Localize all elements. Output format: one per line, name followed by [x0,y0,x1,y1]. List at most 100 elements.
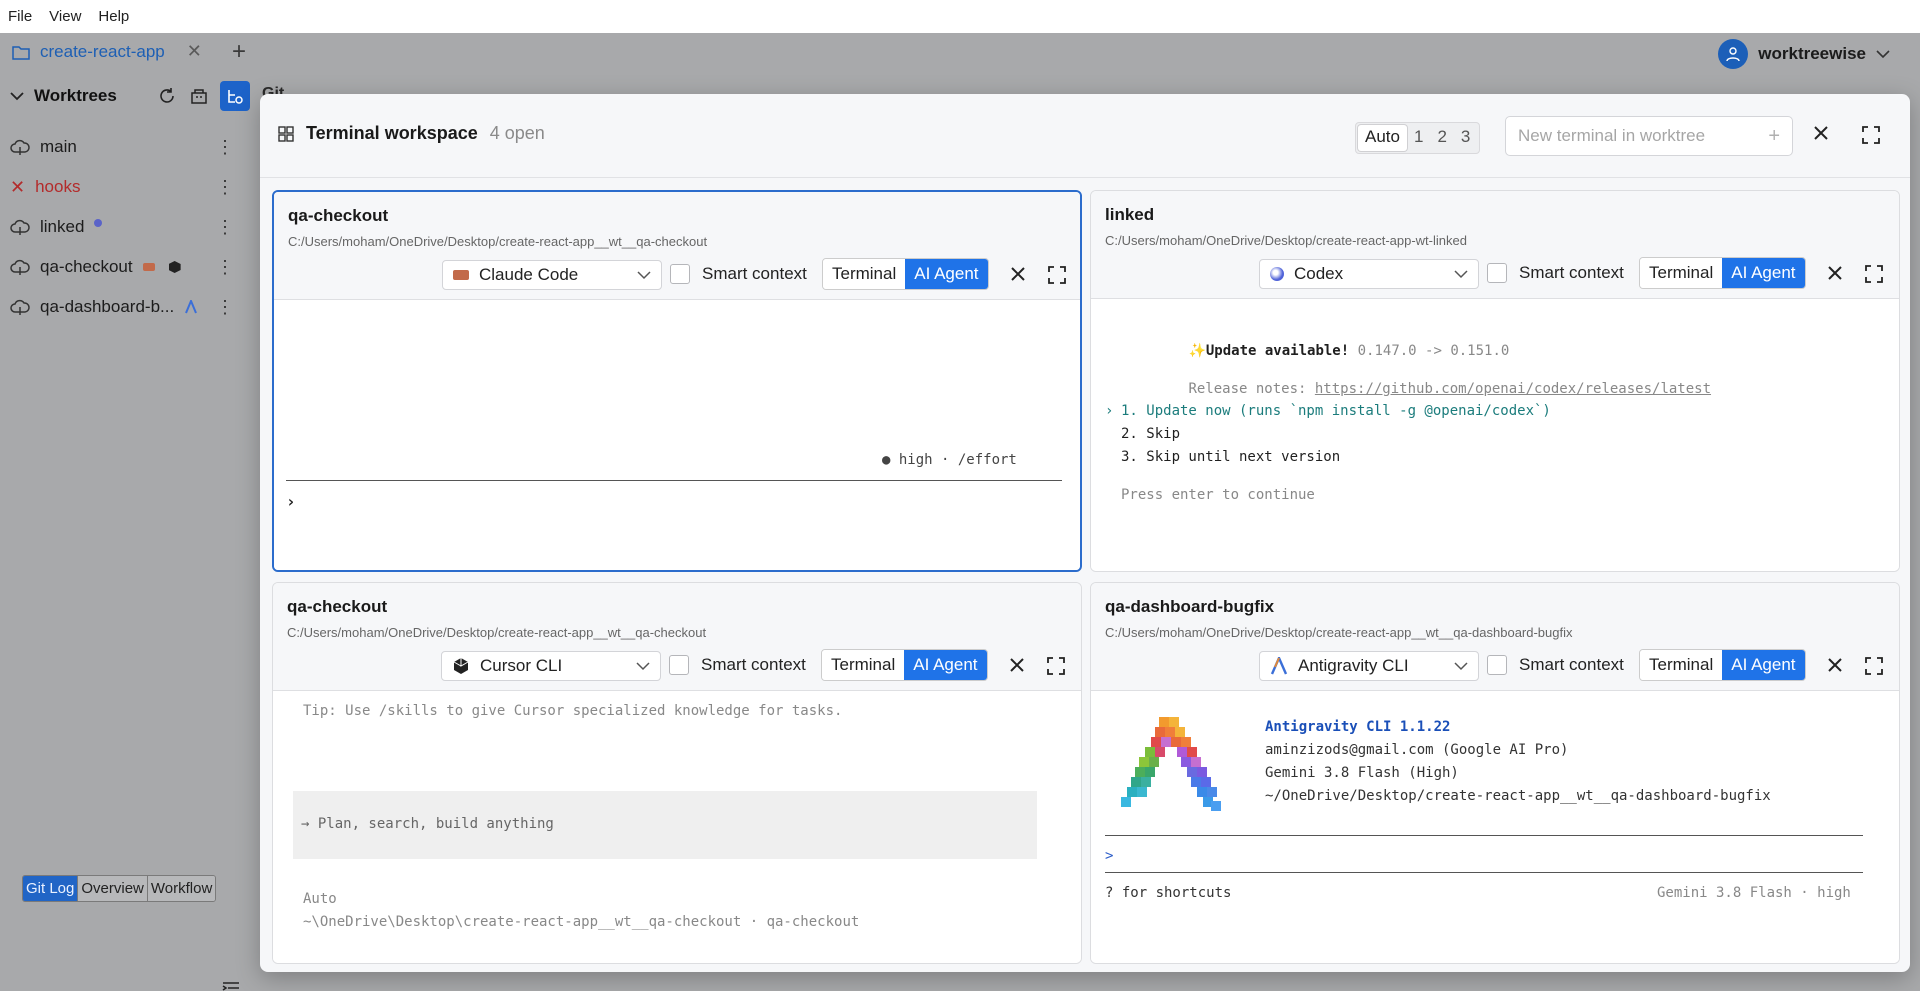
worktree-label: hooks [35,177,81,196]
smart-context-toggle[interactable]: Smart context [669,655,806,675]
option-3[interactable]: 3. Skip until next version [1121,449,1340,465]
chevron-down-icon [1454,662,1468,671]
agent-select[interactable]: Cursor CLI [441,651,661,681]
more-icon[interactable]: ⋮ [216,137,234,158]
smart-context-toggle[interactable]: Smart context [1487,655,1624,675]
user-menu[interactable]: worktreewise [1718,39,1890,69]
worktree-item-hooks[interactable]: ✕ hooks ⋮ [0,167,250,207]
terminal-workspace-icon[interactable] [220,81,250,111]
tab-overview[interactable]: Overview [78,876,148,901]
cloud-icon [10,219,30,235]
pane-name: qa-dashboard-bugfix [1105,597,1275,616]
agent-select[interactable]: Codex [1259,259,1479,289]
mode-ai-agent[interactable]: AI Agent [1722,650,1805,680]
more-icon[interactable]: ⋮ [216,257,234,278]
more-icon[interactable]: ⋮ [216,297,234,318]
layout-selector: Auto 1 2 3 [1355,122,1481,154]
mode-terminal[interactable]: Terminal [822,650,905,680]
codex-dot-icon [94,219,103,227]
smart-context-checkbox[interactable] [1487,655,1507,675]
release-label: Release notes: [1188,381,1315,397]
terminal-output[interactable]: ✨Update available! 0.147.0 -> 0.151.0 Re… [1091,299,1899,571]
terminal-output[interactable]: ● high · /effort › [274,300,1080,570]
mode-terminal[interactable]: Terminal [1640,650,1723,680]
user-icon [1726,47,1740,62]
mode-ai-agent[interactable]: AI Agent [1722,258,1805,288]
worktree-label: qa-checkout [40,257,133,276]
expand-icon[interactable] [1862,126,1880,147]
modal-title: Terminal workspace 4 open [278,123,545,144]
layout-3[interactable]: 3 [1454,125,1477,151]
worktree-item-qa-dashboard[interactable]: qa-dashboard-b... ⋮ [0,287,250,327]
cursor-icon [453,658,469,674]
tab-bar: create-react-app ✕ + worktreewise [0,33,1920,75]
release-link[interactable]: https://github.com/openai/codex/releases… [1315,381,1711,397]
new-terminal-input[interactable]: New terminal in worktree + [1505,116,1793,156]
tab-close-icon[interactable]: ✕ [187,41,202,62]
menu-help[interactable]: Help [98,8,129,25]
layout-1[interactable]: 1 [1407,125,1430,151]
refresh-icon[interactable] [156,85,178,107]
smart-context-checkbox[interactable] [1487,263,1507,283]
expand-pane-icon[interactable] [1048,266,1066,287]
expand-pane-icon[interactable] [1047,657,1065,678]
more-icon[interactable]: ⋮ [216,217,234,238]
expand-pane-icon[interactable] [1865,657,1883,678]
close-pane-icon[interactable] [1009,657,1025,676]
mode-switch: Terminal AI Agent [1639,649,1806,681]
expand-pane-icon[interactable] [1865,265,1883,286]
terminal-output[interactable]: Antigravity CLI 1.1.22 aminzizods@gmail.… [1091,691,1899,963]
worktree-item-qa-checkout[interactable]: qa-checkout ⋮ [0,247,250,287]
layout-2[interactable]: 2 [1430,125,1453,151]
terminal-pane[interactable]: linked C:/Users/moham/OneDrive/Desktop/c… [1090,190,1900,572]
smart-context-toggle[interactable]: Smart context [670,264,807,284]
mode-terminal[interactable]: Terminal [1640,258,1723,288]
tab-git-log[interactable]: Git Log [23,876,79,901]
smart-context-label: Smart context [701,655,806,674]
agent-select[interactable]: Claude Code [442,260,662,290]
terminal-pane[interactable]: qa-dashboard-bugfix C:/Users/moham/OneDr… [1090,582,1900,964]
menu-file[interactable]: File [8,8,32,25]
prompt-placeholder: → Plan, search, build anything [301,816,554,832]
collapse-sidebar-icon[interactable] [222,981,240,991]
agent-select[interactable]: Antigravity CLI [1259,651,1479,681]
option-2[interactable]: 2. Skip [1121,426,1180,442]
cloud-icon [10,299,30,315]
close-pane-icon[interactable] [1827,265,1843,284]
terminal-pane[interactable]: qa-checkout C:/Users/moham/OneDrive/Desk… [272,582,1082,964]
menu-view[interactable]: View [49,8,81,25]
building-icon[interactable] [188,85,210,107]
antigravity-logo-icon [1121,717,1221,811]
mode-ai-agent[interactable]: AI Agent [905,259,988,289]
divider [1105,872,1863,873]
worktree-item-linked[interactable]: linked ⋮ [0,207,250,247]
add-tab-button[interactable]: + [232,38,246,66]
mode-terminal[interactable]: Terminal [823,259,906,289]
worktree-item-main[interactable]: main ⋮ [0,127,250,167]
close-pane-icon[interactable] [1827,657,1843,676]
prompt-box[interactable]: → Plan, search, build anything [293,791,1037,859]
agent-label: Antigravity CLI [1298,656,1409,675]
prompt[interactable]: > [1105,848,1113,864]
terminal-pane[interactable]: qa-checkout C:/Users/moham/OneDrive/Desk… [272,190,1082,572]
option-1[interactable]: 1. Update now (runs `npm install -g @ope… [1121,403,1551,419]
pane-path: C:/Users/moham/OneDrive/Desktop/create-r… [287,625,707,640]
prompt: › [286,492,296,511]
cursor-agent-icon [168,261,181,273]
mode-ai-agent[interactable]: AI Agent [904,650,987,680]
tab-workflow[interactable]: Workflow [147,876,216,901]
chevron-down-icon [636,662,650,671]
more-icon[interactable]: ⋮ [216,177,234,198]
close-modal-icon[interactable] [1812,124,1830,145]
tab-create-react-app[interactable]: create-react-app ✕ [12,41,202,62]
smart-context-label: Smart context [702,264,807,283]
smart-context-checkbox[interactable] [669,655,689,675]
pane-header: linked C:/Users/moham/OneDrive/Desktop/c… [1091,191,1899,299]
terminal-output[interactable]: Tip: Use /skills to give Cursor speciali… [273,691,1081,963]
close-pane-icon[interactable] [1010,266,1026,285]
plus-icon[interactable]: + [1768,125,1780,148]
smart-context-checkbox[interactable] [670,264,690,284]
layout-auto[interactable]: Auto [1358,125,1407,151]
tab-label: create-react-app [40,41,165,61]
smart-context-toggle[interactable]: Smart context [1487,263,1624,283]
